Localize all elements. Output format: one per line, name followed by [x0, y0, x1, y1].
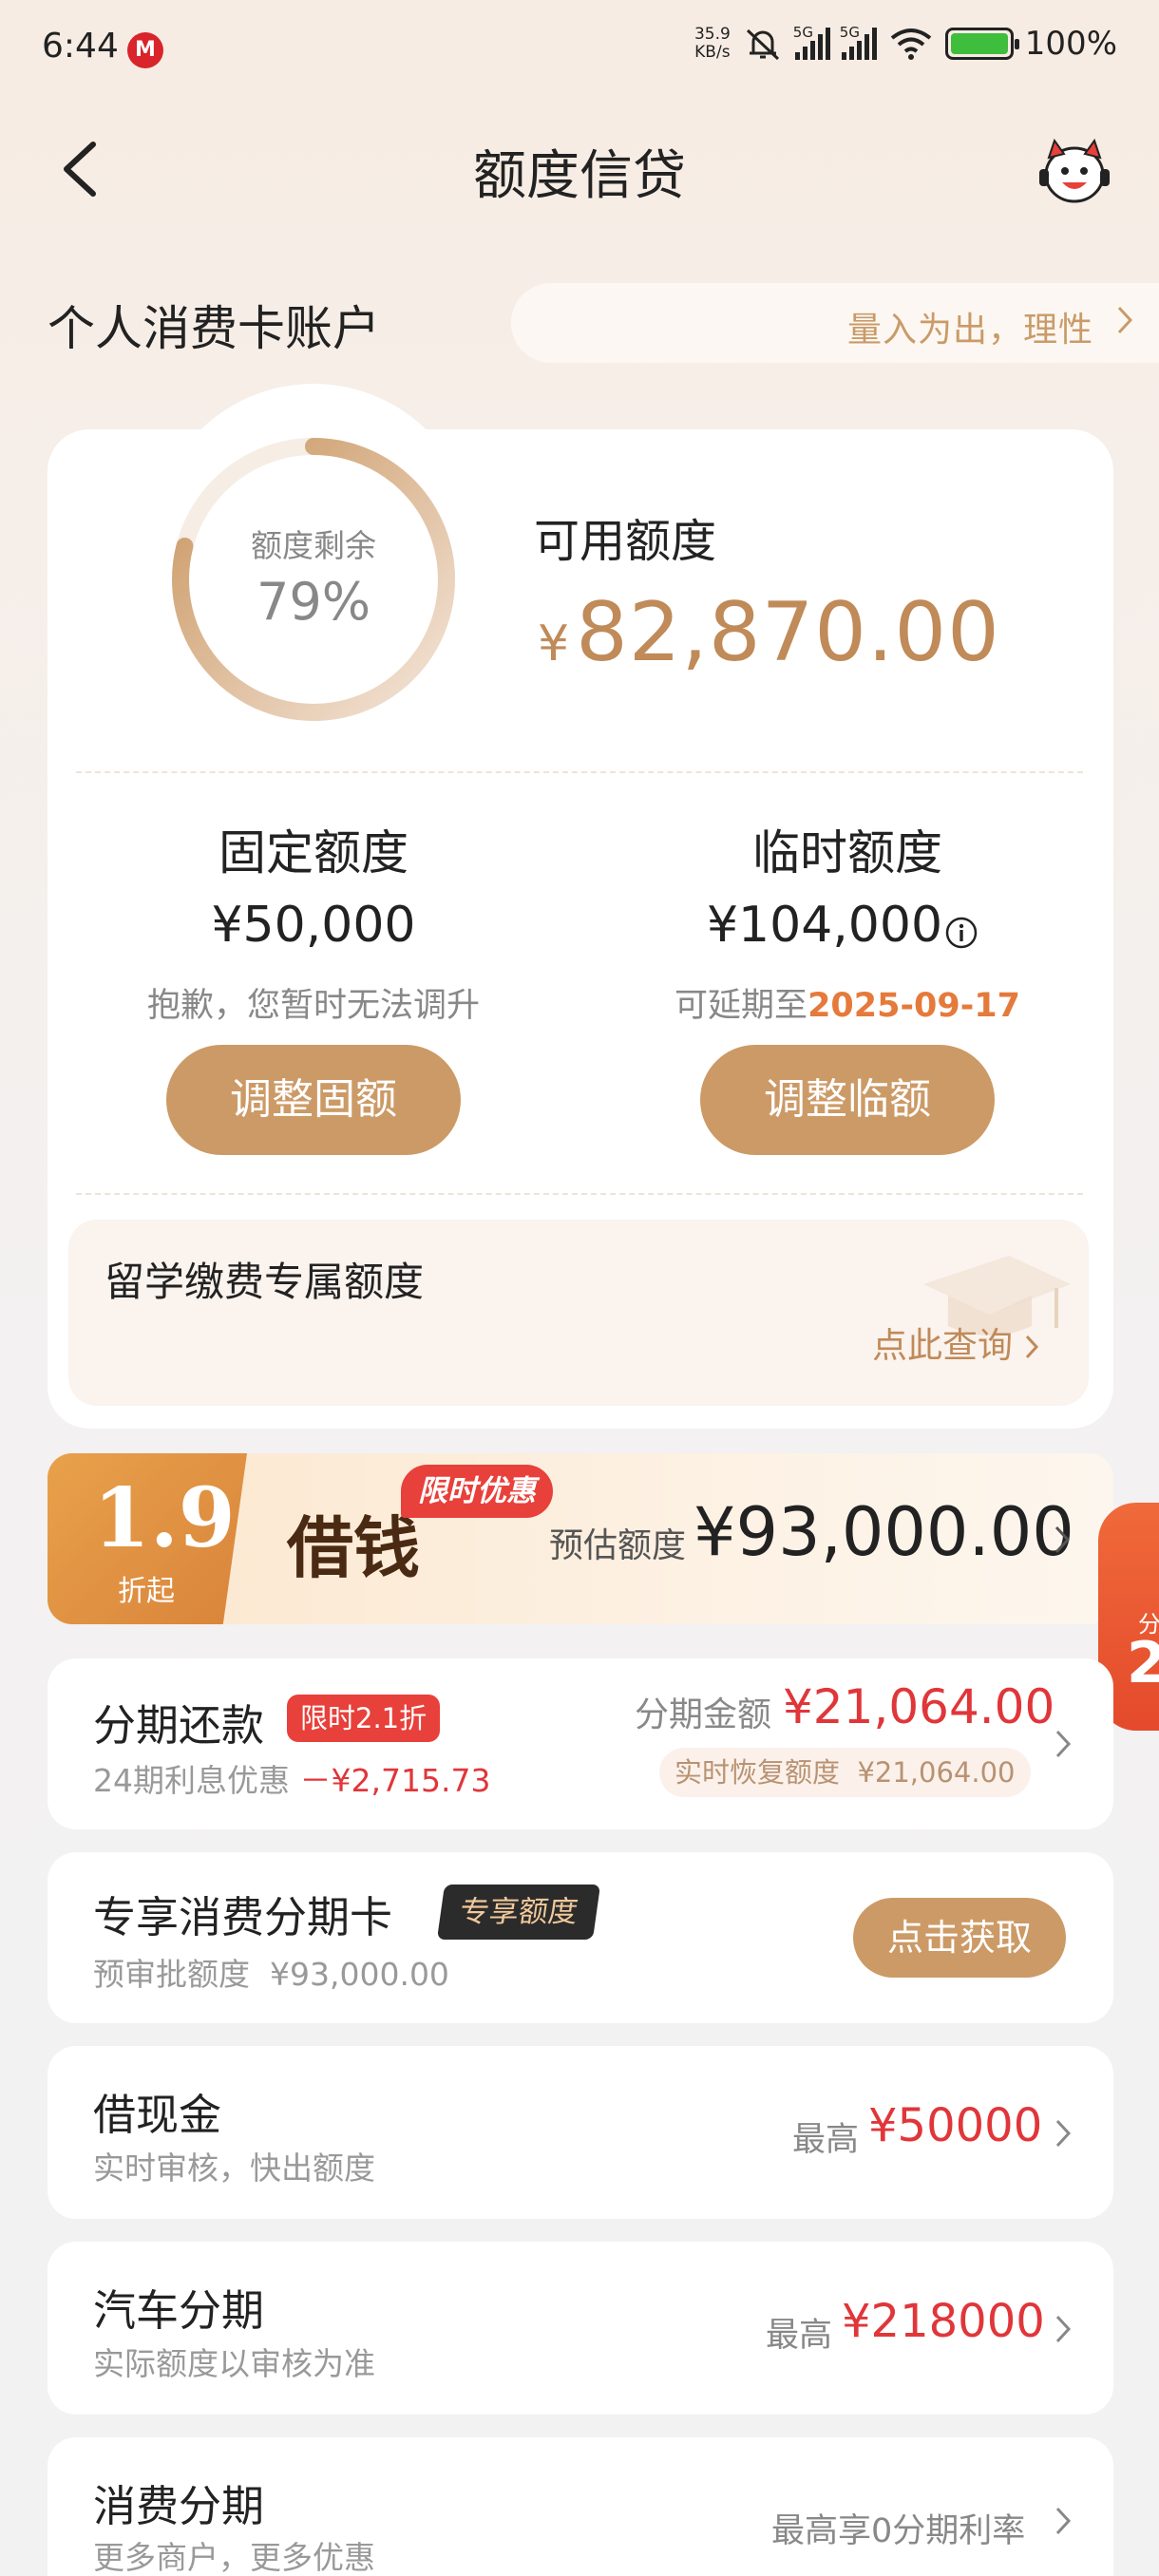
restore-limit-tag: 实时恢复额度 ¥21,064.00 [659, 1748, 1031, 1797]
temp-limit-amount: ¥104,000 [706, 897, 943, 954]
loan-estimate-amount: ¥93,000.00 [694, 1493, 1074, 1571]
fixed-limit-amount: ¥50,000 [211, 897, 416, 954]
assistant-mascot-icon[interactable] [1036, 135, 1113, 207]
cash-loan-max-amount: ¥50000 [868, 2099, 1043, 2152]
chevron-right-icon [1055, 2119, 1072, 2148]
chevron-right-icon [1055, 2315, 1072, 2343]
get-card-button[interactable]: 点击获取 [853, 1898, 1066, 1978]
remaining-label: 额度剩余 [251, 527, 376, 564]
car-installment-max-amount: ¥218000 [842, 2295, 1045, 2348]
wifi-icon [890, 28, 932, 60]
temp-limit-title: 临时额度 [752, 825, 942, 881]
loan-label: 借钱 [287, 1508, 420, 1587]
exclusive-card-title: 专享消费分期卡 [93, 1892, 393, 1942]
chevron-right-icon [1054, 1525, 1071, 1554]
chevron-right-icon [1055, 1730, 1072, 1758]
account-title: 个人消费卡账户 [48, 301, 380, 356]
slogan-text: 量入为出，理性 [847, 311, 1094, 350]
installment-amount-label: 分期金额 [635, 1695, 772, 1734]
car-installment-title: 汽车分期 [93, 2285, 265, 2336]
loan-rate: 1.9 [93, 1470, 236, 1566]
chevron-right-icon [1055, 2507, 1072, 2535]
chevron-right-icon [1117, 306, 1133, 334]
car-installment-max-label: 最高 [766, 2317, 833, 2355]
divider [76, 771, 1083, 773]
consumer-installment-sub: 更多商户，更多优惠 [93, 2539, 375, 2576]
temp-limit-note: 可延期至2025-09-17 [674, 987, 1020, 1025]
loan-estimate-label: 预估额度 [549, 1526, 687, 1565]
cash-loan-sub: 实时审核，快出额度 [93, 2150, 375, 2187]
promo-badge: 限时优惠 [401, 1465, 553, 1518]
car-installment-sub: 实际额度以审核为准 [93, 2345, 375, 2382]
study-query-link[interactable]: 点此查询 [872, 1316, 1039, 1368]
available-amount: ¥82,870.00 [538, 585, 1000, 680]
exclusive-limit-tag: 专享额度 [436, 1885, 601, 1940]
adjust-temp-button[interactable]: 调整临额 [700, 1045, 995, 1155]
fixed-limit-title: 固定额度 [218, 825, 408, 881]
mute-bell-icon [746, 28, 779, 61]
signal-2-icon: 5G [840, 24, 877, 60]
cash-loan-max-label: 最高 [792, 2121, 860, 2159]
floating-tab-number: 2 [1127, 1630, 1159, 1696]
available-label: 可用额度 [534, 515, 717, 568]
installment-interest-note: 24期利息优惠 －¥2,715.73 [93, 1762, 491, 1799]
info-icon[interactable] [944, 916, 978, 950]
fixed-limit-note: 抱歉，您暂时无法调升 [146, 987, 480, 1025]
network-speed: 35.9 KB/s [694, 25, 731, 62]
bank-app-icon: M [127, 32, 163, 68]
preapproved-note: 预审批额度 ¥93,000.00 [93, 1956, 449, 1993]
cash-loan-title: 借现金 [93, 2090, 222, 2140]
consumer-installment-title: 消费分期 [93, 2481, 265, 2531]
status-time: 6:44 [42, 27, 119, 66]
installment-amount: ¥21,064.00 [783, 1679, 1055, 1734]
installment-repay-title: 分期还款 [93, 1700, 265, 1751]
consumer-installment-rate: 最高享0分期利率 [771, 2512, 1026, 2550]
adjust-fixed-button[interactable]: 调整固额 [166, 1045, 461, 1155]
remaining-percent: 79% [256, 572, 371, 632]
page-title: 额度信贷 [473, 145, 686, 207]
status-icons: 35.9 KB/s 5G 5G 100% [694, 24, 1117, 63]
chevron-right-icon [1025, 1335, 1038, 1359]
loan-rate-suffix: 折起 [118, 1575, 175, 1608]
installment-discount-tag: 限时2.1折 [287, 1695, 441, 1742]
battery-percent: 100% [1024, 25, 1117, 63]
signal-1-icon: 5G [793, 24, 830, 60]
divider [76, 1193, 1083, 1195]
battery-icon [944, 28, 1019, 60]
study-abroad-title: 留学缴费专属额度 [104, 1259, 425, 1305]
